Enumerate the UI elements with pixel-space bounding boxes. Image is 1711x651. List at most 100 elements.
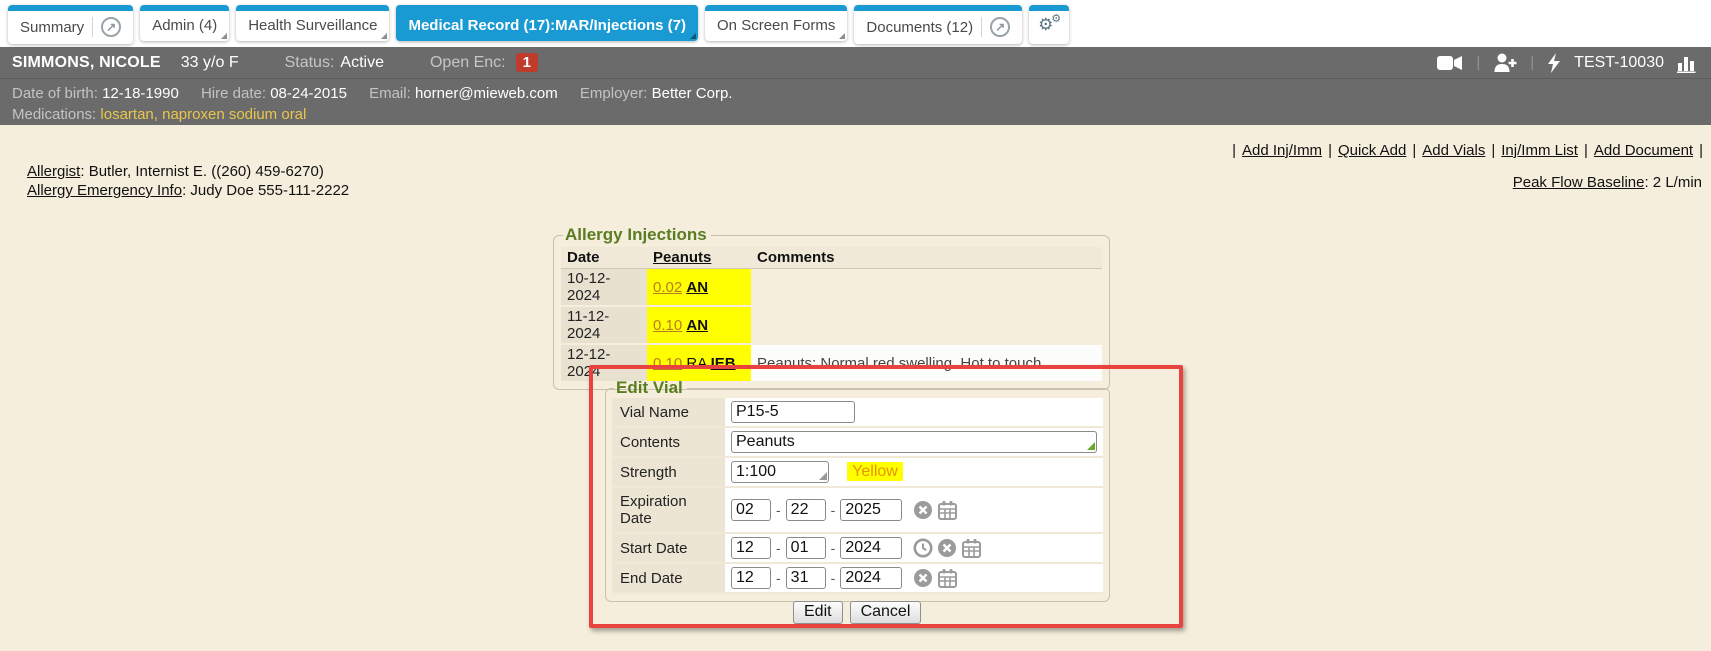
- contents-row: Contents: [612, 427, 1103, 457]
- gear-glyph-small: ⚙: [1051, 12, 1061, 25]
- table-row: 10-12-2024 0.02 AN: [561, 269, 1102, 307]
- clock-time-icon[interactable]: [913, 538, 933, 558]
- tab-documents[interactable]: Documents (12) ↗: [854, 5, 1022, 44]
- chart-content-area: |Add Inj/Imm|Quick Add|Add Vials|Inj/Imm…: [0, 125, 1711, 651]
- allergy-emergency-line: Allergy Emergency Info: Judy Doe 555-111…: [27, 181, 349, 200]
- reaction-code-link[interactable]: AN: [686, 317, 708, 334]
- tab-on-screen-forms[interactable]: On Screen Forms: [705, 5, 847, 41]
- tab-label: Health Surveillance: [248, 17, 377, 34]
- date-separator: -: [776, 502, 781, 518]
- lightning-bolt-icon[interactable]: [1547, 53, 1561, 73]
- status-value: Active: [340, 54, 384, 72]
- start-day-input[interactable]: [786, 537, 826, 559]
- add-person-icon[interactable]: [1493, 53, 1517, 72]
- vial-name-row: Vial Name: [612, 398, 1103, 427]
- calendar-picker-icon[interactable]: [937, 568, 958, 588]
- injection-date: 10-12-2024: [561, 269, 647, 307]
- allergy-emergency-value: : Judy Doe 555-111-2222: [182, 182, 349, 199]
- vial-name-input[interactable]: [731, 401, 855, 423]
- resize-handle-icon: [819, 472, 827, 480]
- dose-link[interactable]: 0.02: [653, 279, 682, 296]
- peak-flow-value: : 2 L/min: [1644, 174, 1702, 191]
- clear-date-icon[interactable]: [937, 538, 957, 558]
- allergist-link[interactable]: Allergist: [27, 163, 80, 180]
- tab-health-surveillance[interactable]: Health Surveillance: [236, 5, 389, 41]
- inj-imm-list-link[interactable]: Inj/Imm List: [1501, 142, 1578, 159]
- open-encounter-badge[interactable]: 1: [516, 53, 538, 72]
- patient-age-sex: 33 y/o F: [181, 54, 239, 72]
- strength-input[interactable]: [731, 461, 829, 483]
- table-row: 11-12-2024 0.10 AN: [561, 306, 1102, 344]
- hire-date-value: 08-24-2015: [270, 85, 347, 102]
- medication-link-losartan[interactable]: losartan: [100, 106, 153, 123]
- patient-header-bar: SIMMONS, NICOLE 33 y/o F Status: Active …: [0, 47, 1711, 78]
- medication-separator: ,: [154, 106, 162, 123]
- dropdown-corner-icon: [221, 33, 227, 39]
- end-day-input[interactable]: [786, 567, 826, 589]
- allergy-emergency-info-link[interactable]: Allergy Emergency Info: [27, 182, 182, 199]
- start-year-input[interactable]: [840, 537, 902, 559]
- contents-label: Contents: [612, 427, 725, 457]
- external-link-icon[interactable]: ↗: [990, 17, 1010, 37]
- reaction-code-link[interactable]: IEB: [711, 355, 736, 372]
- status-label: Status:: [285, 54, 335, 72]
- link-separator: |: [1491, 142, 1495, 159]
- open-enc-label: Open Enc:: [430, 54, 506, 72]
- tab-settings[interactable]: ⚙ ⚙: [1029, 5, 1069, 44]
- peanuts-column-header-link[interactable]: Peanuts: [653, 249, 711, 266]
- vial-name-label: Vial Name: [612, 398, 725, 427]
- tab-label: Summary: [20, 19, 84, 36]
- allergy-injections-panel: Allergy Injections Date Peanuts Comments…: [553, 225, 1110, 390]
- edit-vial-form-table: Vial Name Contents Strength Yellow Expir…: [612, 398, 1103, 594]
- edit-button[interactable]: Edit: [793, 601, 843, 624]
- clear-date-icon[interactable]: [913, 568, 933, 588]
- peak-flow-baseline: Peak Flow Baseline: 2 L/min: [1513, 174, 1702, 191]
- allergy-injections-table: Date Peanuts Comments 10-12-2024 0.02 AN…: [561, 247, 1102, 383]
- dose-link[interactable]: 0.10: [653, 317, 682, 334]
- link-separator: |: [1232, 142, 1236, 159]
- add-vials-link[interactable]: Add Vials: [1422, 142, 1485, 159]
- end-month-input[interactable]: [731, 567, 771, 589]
- tab-admin[interactable]: Admin (4): [140, 5, 229, 41]
- medication-link-naproxen[interactable]: naproxen sodium oral: [162, 106, 306, 123]
- edit-vial-title: Edit Vial: [614, 378, 687, 398]
- start-month-input[interactable]: [731, 537, 771, 559]
- peak-flow-baseline-link[interactable]: Peak Flow Baseline: [1513, 174, 1645, 191]
- clear-date-icon[interactable]: [913, 500, 933, 520]
- allergy-contact-block: Allergist: Butler, Internist E. ((260) 4…: [27, 162, 349, 200]
- tab-medical-record[interactable]: Medical Record (17):MAR/Injections (7): [396, 5, 698, 41]
- tab-summary[interactable]: Summary ↗: [8, 5, 133, 44]
- add-document-link[interactable]: Add Document: [1594, 142, 1693, 159]
- table-header-row: Date Peanuts Comments: [561, 247, 1102, 269]
- link-separator: |: [1412, 142, 1416, 159]
- video-camera-icon[interactable]: [1437, 55, 1463, 71]
- date-separator: -: [776, 570, 781, 586]
- strength-row: Strength Yellow: [612, 457, 1103, 487]
- comments-column-header: Comments: [751, 247, 1102, 269]
- injection-comment: [751, 306, 1102, 344]
- calendar-picker-icon[interactable]: [937, 500, 958, 520]
- calendar-picker-icon[interactable]: [961, 538, 982, 558]
- injection-date: 12-12-2024: [561, 344, 647, 382]
- injection-comment: [751, 269, 1102, 307]
- dropdown-corner-icon: [381, 33, 387, 39]
- end-year-input[interactable]: [840, 567, 902, 589]
- settings-gear-icon: ⚙ ⚙: [1038, 17, 1060, 39]
- allergist-line: Allergist: Butler, Internist E. ((260) 4…: [27, 162, 349, 181]
- external-link-icon[interactable]: ↗: [101, 17, 121, 37]
- reaction-code-link[interactable]: AN: [686, 279, 708, 296]
- expiration-day-input[interactable]: [786, 499, 826, 521]
- contents-input[interactable]: [731, 431, 1097, 453]
- dose-link[interactable]: 0.10: [653, 355, 682, 372]
- date-separator: -: [831, 502, 836, 518]
- cancel-button[interactable]: Cancel: [850, 601, 922, 624]
- add-inj-imm-link[interactable]: Add Inj/Imm: [1242, 142, 1322, 159]
- bar-chart-icon[interactable]: [1677, 53, 1699, 73]
- quick-add-link[interactable]: Quick Add: [1338, 142, 1406, 159]
- email-value: horner@mieweb.com: [415, 85, 558, 102]
- expiration-year-input[interactable]: [840, 499, 902, 521]
- expiration-month-input[interactable]: [731, 499, 771, 521]
- end-date-label: End Date: [612, 563, 725, 593]
- allergy-injections-title: Allergy Injections: [563, 225, 711, 245]
- tab-label: Documents (12): [866, 19, 973, 36]
